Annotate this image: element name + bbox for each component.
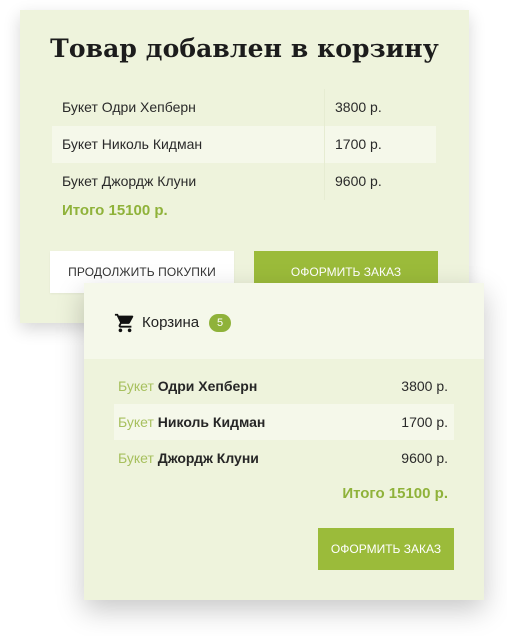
added-total: Итого 15100 р. (62, 202, 168, 219)
item-name: Букет Одри Хепберн (62, 99, 196, 115)
column-divider (324, 89, 325, 126)
list-item: Букет Николь Кидман 1700 р. (114, 404, 454, 440)
item-price: 9600 р. (335, 173, 382, 189)
column-divider (324, 126, 325, 163)
list-item: Букет Одри Хепберн 3800 р. (114, 368, 454, 404)
item-prefix: Букет (118, 450, 154, 466)
table-row: Букет Николь Кидман 1700 р. (52, 126, 436, 163)
item-price: 1700 р. (401, 414, 448, 430)
item-name: Николь Кидман (157, 414, 266, 430)
added-title: Товар добавлен в корзину (50, 34, 439, 63)
item-price: 3800 р. (335, 99, 382, 115)
item-name: Одри Хепберн (157, 378, 258, 394)
item-label: Букет Одри Хепберн (118, 378, 257, 394)
item-name: Букет Джордж Клуни (62, 173, 197, 189)
item-label: Букет Николь Кидман (118, 414, 265, 430)
added-to-cart-panel: Товар добавлен в корзину Букет Одри Хепб… (20, 10, 469, 323)
table-row: Букет Одри Хепберн 3800 р. (52, 89, 436, 126)
list-item: Букет Джордж Клуни 9600 р. (114, 440, 454, 476)
item-price: 9600 р. (401, 450, 448, 466)
item-prefix: Букет (118, 414, 154, 430)
cart-total: Итого 15100 р. (342, 485, 448, 502)
item-name: Джордж Клуни (157, 450, 259, 466)
item-price: 3800 р. (401, 378, 448, 394)
cart-title: Корзина (142, 314, 200, 331)
item-price: 1700 р. (335, 136, 382, 152)
item-name: Букет Николь Кидман (62, 136, 203, 152)
item-label: Букет Джордж Клуни (118, 450, 259, 466)
column-divider (324, 163, 325, 200)
shopping-cart-icon (114, 312, 136, 334)
cart-header[interactable]: Корзина 5 (84, 283, 484, 359)
item-prefix: Букет (118, 378, 154, 394)
cart-count-badge: 5 (209, 314, 231, 332)
added-items-table: Букет Одри Хепберн 3800 р. Букет Николь … (52, 89, 436, 200)
cart-checkout-button[interactable]: Оформить заказ (318, 528, 454, 570)
cart-items-list: Букет Одри Хепберн 3800 р. Букет Николь … (114, 368, 454, 476)
table-row: Букет Джордж Клуни 9600 р. (52, 163, 436, 200)
cart-panel: Корзина 5 Букет Одри Хепберн 3800 р. Бук… (84, 283, 484, 600)
